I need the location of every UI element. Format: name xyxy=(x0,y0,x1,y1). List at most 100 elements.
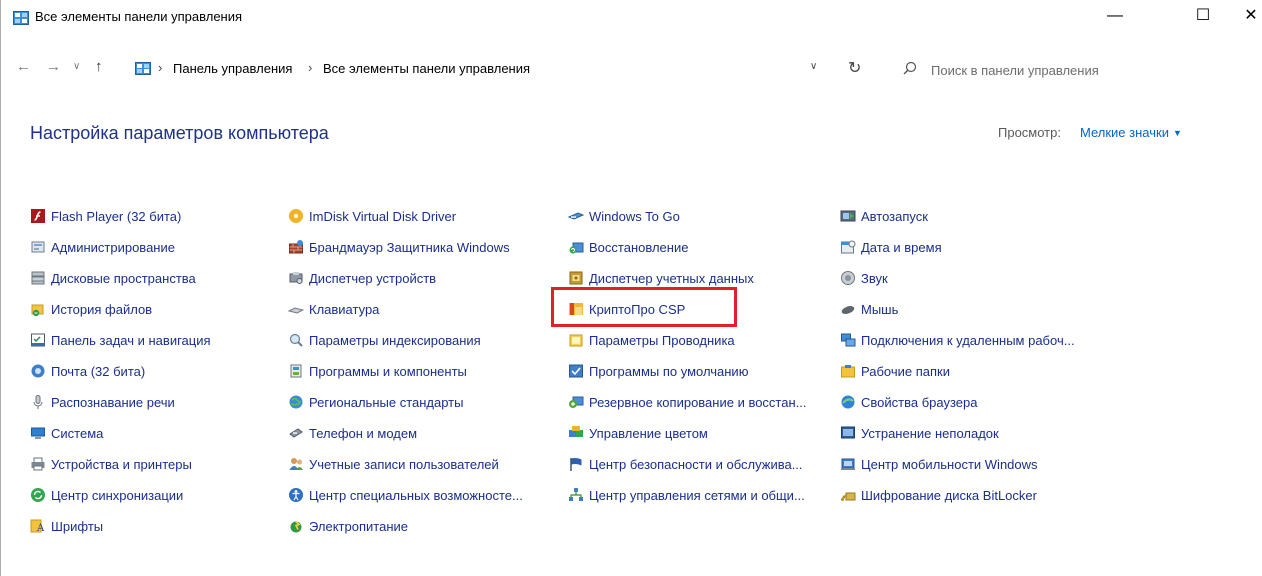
control-panel-item-label: КриптоПро CSP xyxy=(589,302,686,317)
control-panel-item[interactable]: Панель задач и навигация xyxy=(30,332,300,363)
control-panel-item[interactable]: Учетные записи пользователей xyxy=(288,456,558,487)
control-panel-item[interactable]: Параметры индексирования xyxy=(288,332,558,363)
control-panel-item[interactable]: История файлов xyxy=(30,301,300,332)
control-panel-item[interactable]: Звук xyxy=(840,270,1110,301)
file-history-icon xyxy=(31,304,44,317)
control-panel-item-label: Брандмауэр Защитника Windows xyxy=(309,240,510,255)
recent-locations-button[interactable]: ∨ xyxy=(73,55,80,79)
control-panel-item-label: Рабочие папки xyxy=(861,364,950,379)
control-panel-item[interactable]: Брандмауэр Защитника Windows xyxy=(288,239,558,270)
search-icon xyxy=(903,61,917,75)
breadcrumb-separator[interactable]: › xyxy=(308,60,312,75)
control-panel-item[interactable]: Телефон и модем xyxy=(288,425,558,456)
close-button[interactable]: ✕ xyxy=(1228,0,1262,32)
control-panel-item[interactable]: Администрирование xyxy=(30,239,300,270)
title-bar[interactable]: Все элементы панели управления — ☐ ✕ xyxy=(0,0,1262,32)
forward-button[interactable]: → xyxy=(46,55,61,79)
date-time-icon xyxy=(841,240,856,254)
page-title: Настройка параметров компьютера xyxy=(30,123,329,143)
view-mode-dropdown[interactable]: Мелкие значки ▼ xyxy=(1080,125,1182,140)
control-panel-item-label: Параметры Проводника xyxy=(589,333,735,348)
breadcrumb-separator[interactable]: › xyxy=(158,60,162,75)
control-panel-item[interactable]: Центр безопасности и обслужива... xyxy=(568,456,838,487)
control-panel-item[interactable]: Flash Player (32 бита) xyxy=(30,208,300,239)
control-panel-item[interactable]: Программы по умолчанию xyxy=(568,363,838,394)
control-panel-item[interactable]: Управление цветом xyxy=(568,425,838,456)
backup-icon xyxy=(569,396,584,408)
control-panel-item[interactable]: Центр управления сетями и общи... xyxy=(568,487,838,518)
control-panel-item[interactable]: Подключения к удаленным рабоч... xyxy=(840,332,1110,363)
imdisk-icon xyxy=(289,209,303,223)
control-panel-item[interactable]: Дисковые пространства xyxy=(30,270,300,301)
control-panel-item[interactable]: Устранение неполадок xyxy=(840,425,1110,456)
up-button[interactable]: ↑ xyxy=(95,55,103,79)
maximize-button[interactable]: ☐ xyxy=(1180,0,1226,32)
control-panel-item-label: Дисковые пространства xyxy=(51,271,196,286)
control-panel-item-label: Параметры индексирования xyxy=(309,333,481,348)
credential-manager-icon xyxy=(569,271,583,285)
refresh-button[interactable]: ↻ xyxy=(848,58,861,78)
control-panel-item-label: Клавиатура xyxy=(309,302,380,317)
control-panel-item-label: Свойства браузера xyxy=(861,395,978,410)
control-panel-item[interactable]: ImDisk Virtual Disk Driver xyxy=(288,208,558,239)
control-panel-item[interactable]: Параметры Проводника xyxy=(568,332,838,363)
control-panel-item[interactable]: Программы и компоненты xyxy=(288,363,558,394)
breadcrumb-control-panel[interactable]: Панель управления xyxy=(173,61,292,76)
control-panel-item-label: Flash Player (32 бита) xyxy=(51,209,182,224)
control-panel-item-label: Звук xyxy=(861,271,888,286)
search-box[interactable] xyxy=(885,56,1262,82)
address-dropdown-button[interactable]: ∨ xyxy=(810,61,817,72)
control-panel-item[interactable]: Устройства и принтеры xyxy=(30,456,300,487)
control-panel-item-label: Диспетчер устройств xyxy=(309,271,437,286)
address-bar[interactable]: › Панель управления › Все элементы панел… xyxy=(130,56,867,82)
control-panel-item[interactable]: Центр специальных возможносте... xyxy=(288,487,558,518)
control-panel-item-label: Диспетчер учетных данных xyxy=(589,271,754,286)
control-panel-item[interactable]: Восстановление xyxy=(568,239,838,270)
control-panel-item[interactable]: Автозапуск xyxy=(840,208,1110,239)
control-panel-item[interactable]: Центр синхронизации xyxy=(30,487,300,518)
items-column: ImDisk Virtual Disk Driver Брандмауэр Защ… xyxy=(288,208,558,549)
remote-desktop-icon xyxy=(841,333,856,347)
power-icon xyxy=(290,520,302,533)
control-panel-item-label: Телефон и модем xyxy=(309,426,418,441)
phone-modem-icon xyxy=(289,428,303,438)
control-panel-item-label: Центр синхронизации xyxy=(51,488,184,503)
control-panel-item[interactable]: Распознавание речи xyxy=(30,394,300,425)
back-button[interactable]: ← xyxy=(16,55,31,79)
firewall-icon xyxy=(289,240,303,254)
control-panel-item[interactable]: A Шрифты xyxy=(30,518,300,549)
control-panel-item[interactable]: Региональные стандарты xyxy=(288,394,558,425)
control-panel-item[interactable]: Шифрование диска BitLocker xyxy=(840,487,1110,518)
control-panel-item-label: Центр специальных возможносте... xyxy=(309,488,523,503)
search-input[interactable] xyxy=(929,59,1233,81)
view-label: Просмотр: xyxy=(998,125,1061,140)
control-panel-item[interactable]: Диспетчер устройств xyxy=(288,270,558,301)
breadcrumb-all-items[interactable]: Все элементы панели управления xyxy=(323,61,530,76)
view-mode-value: Мелкие значки xyxy=(1080,125,1169,140)
control-panel-item-label: Устранение неполадок xyxy=(861,426,999,441)
control-panel-item[interactable]: Клавиатура xyxy=(288,301,558,332)
work-folders-icon xyxy=(841,365,855,378)
control-panel-item[interactable]: Дата и время xyxy=(840,239,1110,270)
control-panel-item[interactable]: Система xyxy=(30,425,300,456)
control-panel-item[interactable]: Электропитание xyxy=(288,518,558,549)
control-panel-item[interactable]: КриптоПро CSP xyxy=(568,301,838,332)
control-panel-item-label: Администрирование xyxy=(51,240,175,255)
control-panel-item[interactable]: Рабочие папки xyxy=(840,363,1110,394)
cryptopro-icon xyxy=(569,303,583,315)
control-panel-item-label: Шрифты xyxy=(51,519,104,534)
control-panel-item[interactable]: Диспетчер учетных данных xyxy=(568,270,838,301)
control-panel-item-label: Программы по умолчанию xyxy=(589,364,749,379)
control-panel-item[interactable]: Мышь xyxy=(840,301,1110,332)
control-panel-item-label: Управление цветом xyxy=(589,426,708,441)
minimize-button[interactable]: — xyxy=(1092,0,1138,32)
sound-icon xyxy=(841,271,855,285)
svg-text:A: A xyxy=(36,523,45,534)
control-panel-item[interactable]: Свойства браузера xyxy=(840,394,1110,425)
control-panel-item[interactable]: Резервное копирование и восстан... xyxy=(568,394,838,425)
control-panel-item-label: Резервное копирование и восстан... xyxy=(589,395,807,410)
control-panel-item[interactable]: Центр мобильности Windows xyxy=(840,456,1110,487)
mouse-icon xyxy=(841,306,855,314)
control-panel-item[interactable]: Почта (32 бита) xyxy=(30,363,300,394)
control-panel-item[interactable]: Windows To Go xyxy=(568,208,838,239)
